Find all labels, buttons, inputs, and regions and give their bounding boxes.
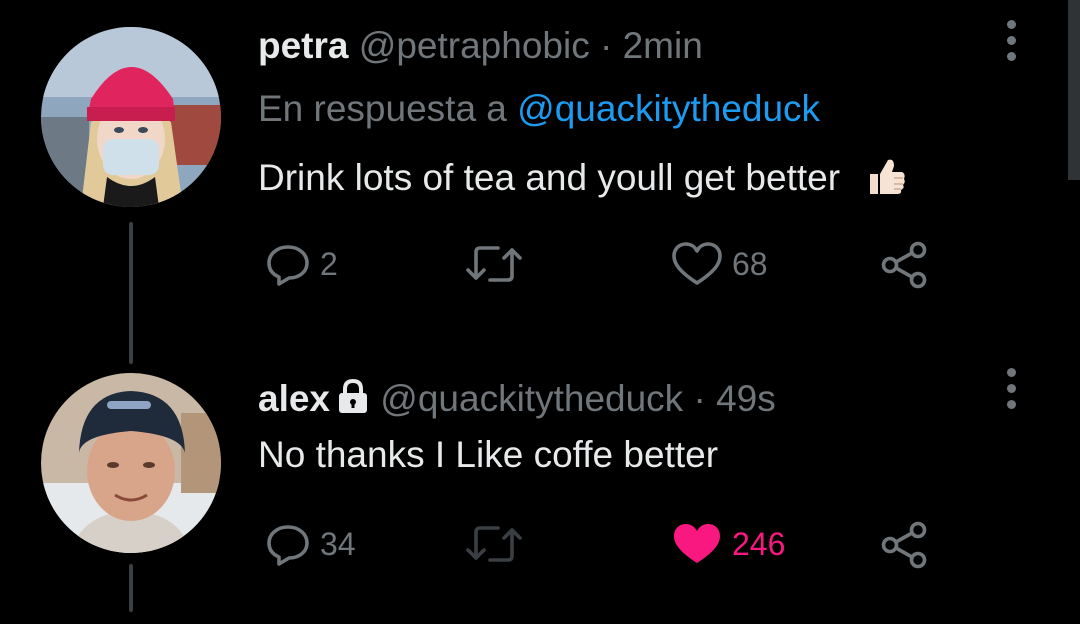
tweet-actions: 34 246 xyxy=(258,516,958,572)
heart-icon xyxy=(674,524,720,563)
like-count: 68 xyxy=(732,245,768,282)
avatar[interactable] xyxy=(41,373,221,553)
scrollbar[interactable] xyxy=(1068,0,1080,180)
tweet-thread: petra @petraphobic · 2min En respuesta a… xyxy=(0,0,1080,624)
retweet-icon xyxy=(466,246,522,282)
user-handle[interactable]: @quackitytheduck xyxy=(380,378,683,419)
share-button[interactable] xyxy=(878,516,930,572)
reply-mention-link[interactable]: @quackitytheduck xyxy=(517,88,820,129)
avatar-image-petra xyxy=(41,27,221,207)
thumbs-up-emoji xyxy=(864,154,908,207)
tweet-text-content: Drink lots of tea and youll get better xyxy=(258,157,841,198)
reply-count: 34 xyxy=(320,525,356,562)
reply-button[interactable]: 34 xyxy=(264,516,356,572)
thread-connector-line xyxy=(129,564,133,612)
reply-prefix: En respuesta a xyxy=(258,88,507,129)
tweet-header: petra @petraphobic · 2min xyxy=(258,27,703,64)
reply-context: En respuesta a @quackitytheduck xyxy=(258,88,820,130)
separator-dot: · xyxy=(599,25,613,66)
thread-connector-line xyxy=(129,222,133,364)
tweet-header: alex @quackitytheduck · 49s xyxy=(258,378,776,420)
user-handle[interactable]: @petraphobic xyxy=(359,25,590,66)
tweet-actions: 2 68 xyxy=(258,236,958,292)
avatar-image-alex xyxy=(41,373,221,553)
tweet-text: No thanks I Like coffe better xyxy=(258,434,718,476)
more-icon[interactable] xyxy=(1004,368,1018,412)
timestamp[interactable]: 2min xyxy=(623,25,703,66)
share-icon xyxy=(881,241,927,289)
retweet-icon xyxy=(466,526,522,562)
lock-icon xyxy=(336,378,370,420)
tweet-text: Drink lots of tea and youll get better xyxy=(258,154,908,207)
like-button[interactable]: 246 xyxy=(670,516,785,572)
separator-dot: · xyxy=(693,378,706,419)
reply-button[interactable]: 2 xyxy=(264,236,338,292)
share-icon xyxy=(881,521,927,569)
reply-icon xyxy=(267,245,309,286)
share-button[interactable] xyxy=(878,236,930,292)
avatar[interactable] xyxy=(41,27,221,207)
display-name[interactable]: petra xyxy=(258,25,348,66)
like-button[interactable]: 68 xyxy=(670,236,768,292)
tweet-text-content: No thanks I Like coffe better xyxy=(258,434,719,475)
retweet-button[interactable] xyxy=(464,516,532,572)
display-name[interactable]: alex xyxy=(258,378,330,419)
more-icon[interactable] xyxy=(1004,20,1018,64)
reply-icon xyxy=(267,525,309,566)
reply-count: 2 xyxy=(320,245,338,282)
like-count: 246 xyxy=(732,525,786,562)
heart-icon xyxy=(672,242,722,285)
retweet-button[interactable] xyxy=(464,236,532,292)
timestamp[interactable]: 49s xyxy=(716,378,776,419)
